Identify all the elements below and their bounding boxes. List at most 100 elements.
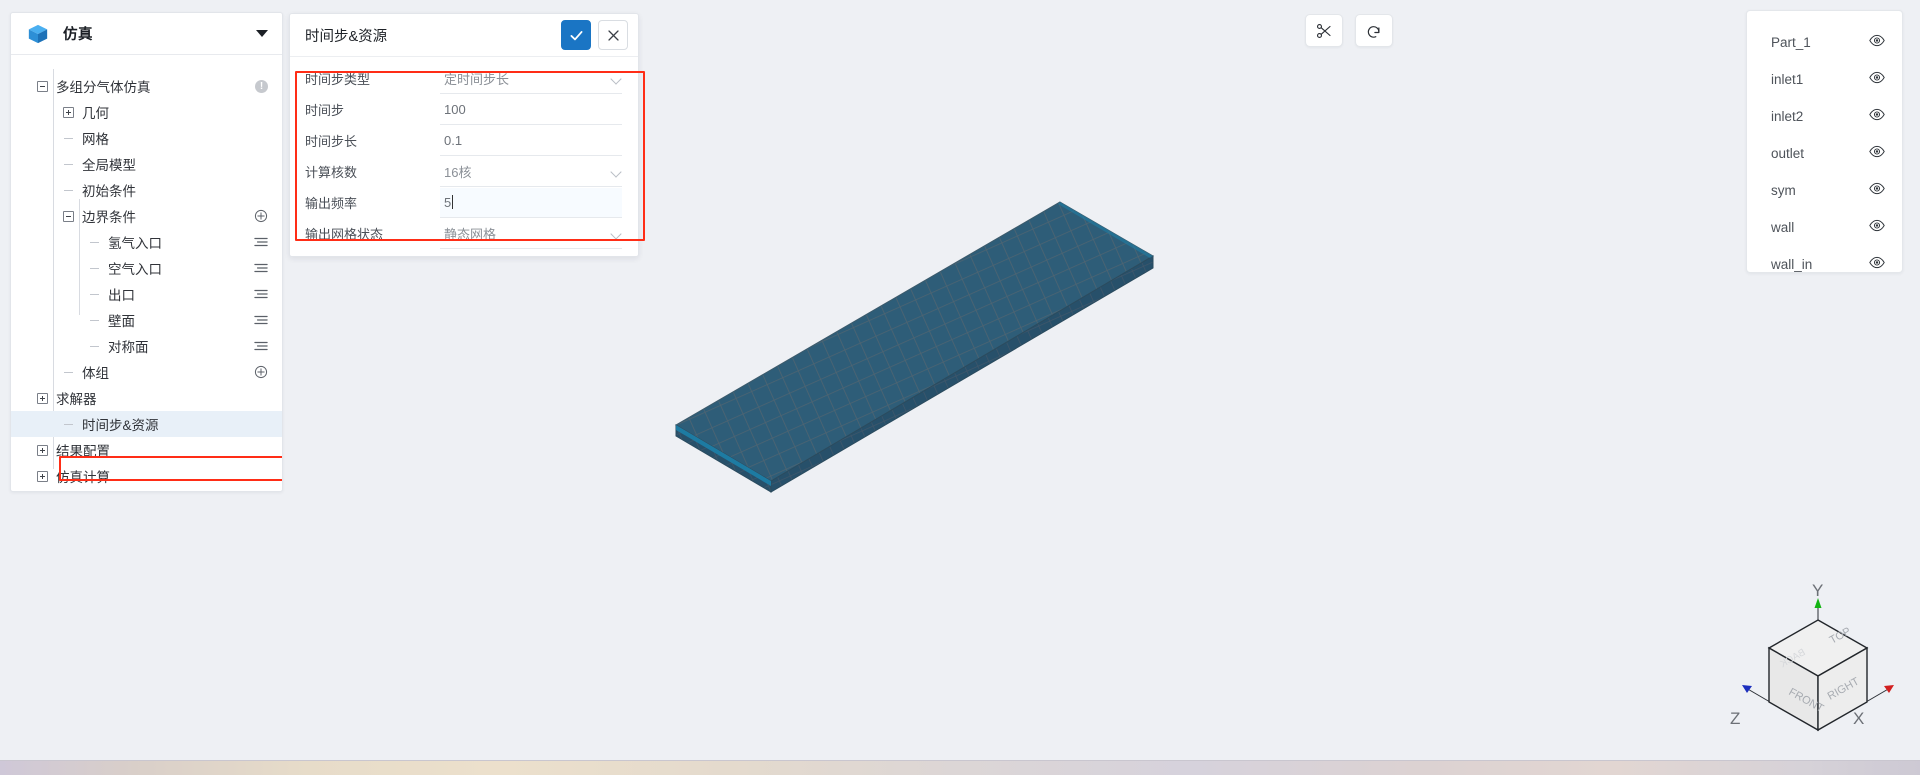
tree-item-1[interactable]: 几何 <box>11 99 282 125</box>
tree-item-label: 多组分气体仿真 <box>56 80 151 95</box>
tree-item-label: 壁面 <box>108 314 135 329</box>
rotate-icon <box>1367 25 1380 38</box>
chevron-down-icon[interactable] <box>610 227 622 240</box>
eye-icon[interactable] <box>1869 34 1885 52</box>
tree-item-3[interactable]: 全局模型 <box>11 151 282 177</box>
part-row[interactable]: sym <box>1747 172 1902 209</box>
form-select-计算核数[interactable]: 16核 <box>440 157 622 187</box>
tree-item-0[interactable]: 多组分气体仿真! <box>11 73 282 99</box>
tree-item-7[interactable]: 空气入口 <box>11 255 282 281</box>
tree-branch-dash-icon <box>63 159 74 170</box>
add-circle-icon[interactable] <box>253 209 268 224</box>
boundary-list-icon[interactable] <box>253 261 268 276</box>
eye-icon[interactable] <box>1869 182 1885 200</box>
add-circle-icon[interactable] <box>253 365 268 380</box>
chevron-down-icon[interactable] <box>610 72 622 85</box>
tree-item-10[interactable]: 对称面 <box>11 333 282 359</box>
eye-icon[interactable] <box>1869 145 1885 163</box>
tree-item-6[interactable]: 氢气入口 <box>11 229 282 255</box>
desktop-taskbar-strip <box>0 760 1920 775</box>
tree-item-12[interactable]: 求解器 <box>11 385 282 411</box>
tree-item-14[interactable]: 结果配置 <box>11 437 282 463</box>
expand-icon[interactable] <box>63 106 74 118</box>
tree-item-11[interactable]: 体组 <box>11 359 282 385</box>
chevron-down-icon[interactable] <box>610 165 622 178</box>
form-row-0: 时间步类型 定时间步长 <box>290 63 638 94</box>
form-row-1: 时间步 100 <box>290 94 638 125</box>
eye-icon[interactable] <box>1869 71 1885 89</box>
section-cut-tool[interactable] <box>1305 14 1343 47</box>
part-name-label: outlet <box>1771 146 1805 161</box>
tree-item-label: 结果配置 <box>56 444 110 459</box>
application-window: 仿真 多组分气体仿真! 几何 网格 全局模型 初始条件 边界条件 氢气入口 空气入口 出口 壁面对… <box>0 0 1920 775</box>
collapse-icon[interactable] <box>37 80 48 92</box>
part-name-label: Part_1 <box>1771 35 1811 50</box>
part-row[interactable]: outlet <box>1747 135 1902 172</box>
tree-item-label: 对称面 <box>108 340 149 355</box>
tree-item-15[interactable]: 仿真计算 <box>11 463 282 489</box>
tree-item-4[interactable]: 初始条件 <box>11 177 282 203</box>
eye-icon[interactable] <box>1869 256 1885 274</box>
form-select-输出网格状态[interactable]: 静态网格 <box>440 219 622 249</box>
form-input-时间步[interactable]: 100 <box>440 95 622 125</box>
boundary-list-icon[interactable] <box>253 313 268 328</box>
part-name-label: wall <box>1771 220 1795 235</box>
part-row[interactable]: inlet1 <box>1747 61 1902 98</box>
eye-icon[interactable] <box>1869 108 1885 126</box>
tree-item-9[interactable]: 壁面 <box>11 307 282 333</box>
z-axis-arrow <box>1742 685 1752 693</box>
tree-branch-dash-icon <box>63 133 74 144</box>
tree-item-13[interactable]: 时间步&资源 <box>11 411 282 437</box>
close-icon <box>607 29 619 41</box>
form-input-时间步长[interactable]: 0.1 <box>440 126 622 156</box>
tree-branch-dash-icon <box>63 185 74 196</box>
form-field-value: 5 <box>444 194 452 210</box>
axis-label-y: Y <box>1812 582 1823 600</box>
viewport-3d[interactable] <box>0 0 1920 760</box>
expand-icon[interactable] <box>37 392 48 404</box>
boundary-list-icon[interactable] <box>253 287 268 302</box>
form-field-label: 输出频率 <box>305 196 358 211</box>
boundary-list-icon[interactable] <box>253 235 268 250</box>
tree-branch-dash-icon <box>89 237 100 248</box>
form-select-时间步类型[interactable]: 定时间步长 <box>440 64 622 94</box>
tree-item-label: 网格 <box>82 132 109 147</box>
form-field-value: 0.1 <box>444 132 463 148</box>
form-field-label: 时间步长 <box>305 134 358 149</box>
expand-icon[interactable] <box>37 444 48 456</box>
cancel-button[interactable] <box>598 20 628 50</box>
dialog-title: 时间步&资源 <box>305 28 388 45</box>
tree-item-label: 出口 <box>108 288 135 303</box>
part-name-label: sym <box>1771 183 1796 198</box>
tree-item-label: 时间步&资源 <box>82 418 159 433</box>
dialog-actions <box>561 20 628 50</box>
part-row[interactable]: inlet2 <box>1747 98 1902 135</box>
reset-view-tool[interactable] <box>1355 14 1393 47</box>
scissors-icon <box>1316 23 1331 38</box>
tree-branch-dash-icon <box>63 419 74 430</box>
part-row[interactable]: wall <box>1747 209 1902 246</box>
x-axis-arrow <box>1884 685 1894 693</box>
eye-icon[interactable] <box>1869 219 1885 237</box>
form-row-3: 计算核数 16核 <box>290 156 638 187</box>
tree-item-8[interactable]: 出口 <box>11 281 282 307</box>
model-geometry[interactable] <box>0 0 1920 760</box>
chevron-down-icon[interactable] <box>256 30 268 37</box>
view-orientation-cube[interactable]: TOP FRONT RIGHT BACK X Y Z <box>1730 581 1910 737</box>
part-row[interactable]: Part_1 <box>1747 24 1902 61</box>
tree-item-label: 边界条件 <box>82 210 136 225</box>
form-input-输出频率[interactable]: 5 <box>440 187 622 218</box>
info-icon[interactable]: ! <box>255 79 268 93</box>
collapse-icon[interactable] <box>63 210 74 222</box>
dialog-header: 时间步&资源 <box>290 14 638 57</box>
tree-item-label: 氢气入口 <box>108 236 162 251</box>
part-row[interactable]: wall_in <box>1747 246 1902 283</box>
tree-item-label: 体组 <box>82 366 109 381</box>
parts-visibility-panel: Part_1 inlet1 inlet2 outlet sym wall wall_in <box>1746 10 1903 273</box>
tree-item-5[interactable]: 边界条件 <box>11 203 282 229</box>
boundary-list-icon[interactable] <box>253 339 268 354</box>
tree-item-2[interactable]: 网格 <box>11 125 282 151</box>
expand-icon[interactable] <box>37 470 48 482</box>
app-title: 仿真 <box>63 27 93 43</box>
confirm-button[interactable] <box>561 20 591 50</box>
